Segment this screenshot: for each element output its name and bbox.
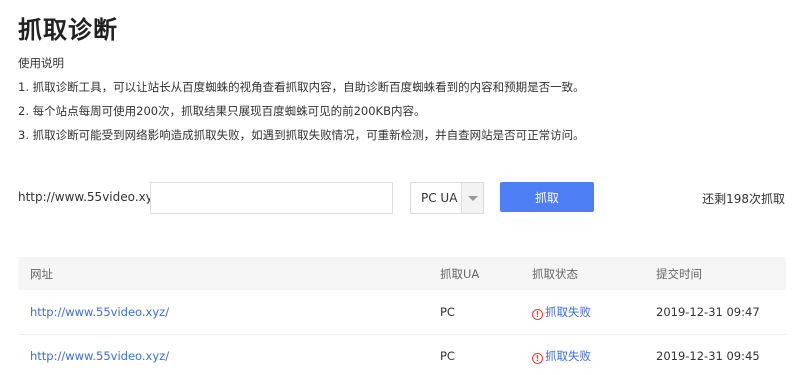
- instruction-line-1: 1. 抓取诊断工具，可以让站长从百度蜘蛛的视角查看抓取内容，自助诊断百度蜘蛛看到…: [18, 80, 585, 94]
- row-time-cell: 2019-12-31 09:45: [644, 334, 786, 375]
- instructions-heading: 使用说明: [18, 56, 64, 70]
- site-url-prefix: http://www.55video.xyz/: [18, 190, 164, 204]
- status-fail-link[interactable]: ! 抓取失败: [532, 349, 591, 364]
- column-header-time: 提交时间: [644, 257, 786, 290]
- status-fail-label: 抓取失败: [545, 304, 591, 319]
- page-title: 抓取诊断: [18, 16, 118, 44]
- instruction-line-2: 2. 每个站点每周可使用200次，抓取结果只展现百度蜘蛛可见的前200KB内容。: [18, 104, 426, 118]
- chevron-down-icon: [468, 196, 478, 201]
- column-header-status: 抓取状态: [520, 257, 644, 290]
- warning-circle-icon: !: [532, 353, 543, 364]
- row-url-link[interactable]: http://www.55video.xyz/: [30, 305, 169, 319]
- row-url-cell: http://www.55video.xyz/: [18, 334, 428, 375]
- row-ua-cell: PC: [428, 290, 520, 335]
- column-header-ua: 抓取UA: [428, 257, 520, 290]
- table-row: http://www.55video.xyz/ PC ! 抓取失败 2019-12…: [18, 290, 786, 335]
- crawl-form: http://www.55video.xyz/ PC UA 抓取 还剩198次抓…: [18, 182, 788, 214]
- status-fail-label: 抓取失败: [545, 349, 591, 363]
- table-header-row: 网址 抓取UA 抓取状态 提交时间: [18, 257, 786, 290]
- table-row: http://www.55video.xyz/ PC ! 抓取失败 2019-12…: [18, 334, 786, 375]
- row-url-cell: http://www.55video.xyz/: [18, 290, 428, 335]
- ua-select[interactable]: PC UA: [410, 182, 484, 214]
- instruction-line-3: 3. 抓取诊断可能受到网络影响造成抓取失败，如遇到抓取失败情况，可重新检测，并自…: [18, 128, 585, 142]
- crawl-button[interactable]: 抓取: [500, 182, 594, 212]
- status-fail-link[interactable]: ! 抓取失败: [532, 304, 591, 320]
- column-header-url: 网址: [18, 257, 428, 290]
- row-url-link[interactable]: http://www.55video.xyz/: [30, 349, 169, 363]
- ua-select-arrow-button[interactable]: [461, 183, 483, 213]
- instructions-section: 使用说明 1. 抓取诊断工具，可以让站长从百度蜘蛛的视角查看抓取内容，自助诊断百…: [18, 56, 788, 142]
- remaining-count-text: 还剩198次抓取: [702, 192, 785, 206]
- warning-circle-icon: !: [532, 308, 543, 320]
- row-ua-cell: PC: [428, 334, 520, 375]
- row-time-cell: 2019-12-31 09:47: [644, 290, 786, 335]
- row-status-cell: ! 抓取失败: [520, 290, 644, 335]
- crawl-history-table: 网址 抓取UA 抓取状态 提交时间 http://www.55video.xyz…: [18, 257, 786, 375]
- row-status-cell: ! 抓取失败: [520, 334, 644, 375]
- url-path-input[interactable]: [150, 182, 393, 214]
- ua-select-value: PC UA: [421, 191, 458, 205]
